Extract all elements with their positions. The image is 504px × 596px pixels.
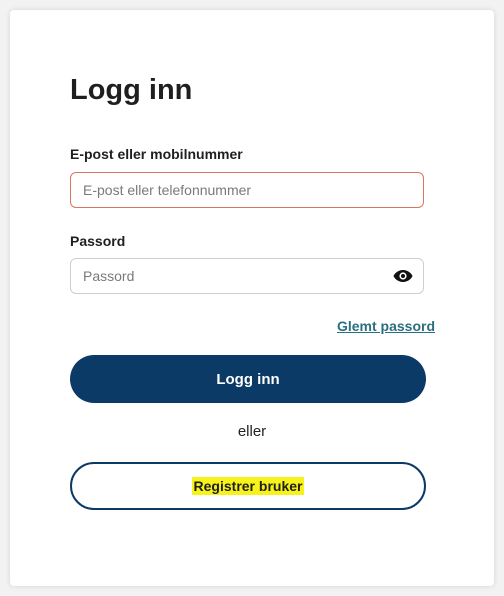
or-separator-text: eller xyxy=(237,423,267,440)
email-label: E-post eller mobilnummer xyxy=(70,146,243,162)
eye-icon[interactable] xyxy=(393,268,413,284)
password-label: Passord xyxy=(70,233,126,249)
page-background: Logg inn E-post eller mobilnummer Passor… xyxy=(0,0,504,596)
register-button-label: Registrer bruker xyxy=(191,477,305,495)
email-field-wrapper xyxy=(70,172,424,208)
password-field-wrapper xyxy=(70,258,424,294)
eye-icon-graphic xyxy=(393,270,413,282)
password-input[interactable] xyxy=(71,259,423,293)
page-title: Logg inn xyxy=(70,74,193,106)
email-input[interactable] xyxy=(71,173,423,207)
register-button[interactable]: Registrer bruker xyxy=(70,462,426,510)
forgot-password-link[interactable]: Glemt passord xyxy=(337,318,435,334)
login-button[interactable]: Logg inn xyxy=(70,355,426,403)
